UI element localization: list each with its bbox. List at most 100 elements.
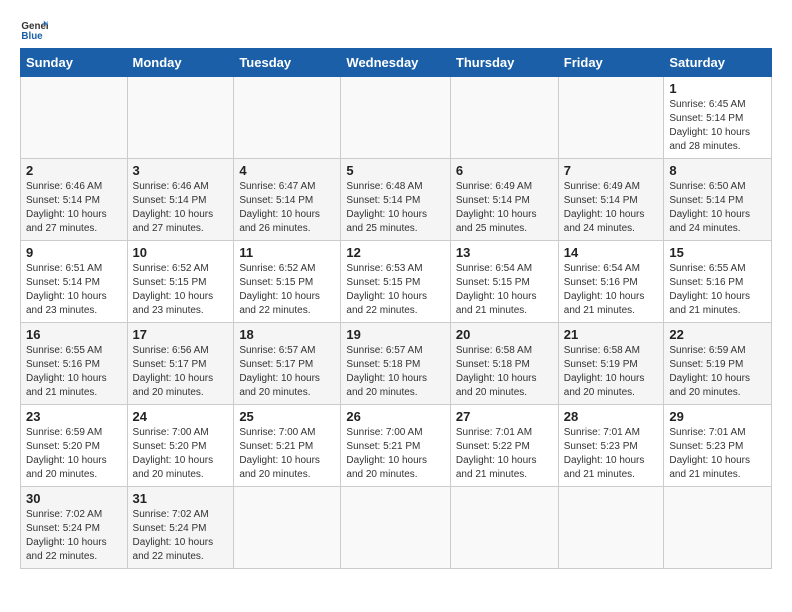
day-cell-13: 13 Sunrise: 6:54 AMSunset: 5:15 PMDaylig…	[450, 241, 558, 323]
day-info: Sunrise: 6:55 AMSunset: 5:16 PMDaylight:…	[669, 263, 750, 316]
day-cell-23: 23 Sunrise: 6:59 AMSunset: 5:20 PMDaylig…	[21, 405, 128, 487]
day-number: 8	[669, 163, 766, 178]
day-number: 3	[133, 163, 229, 178]
page: General Blue SundayMondayTuesdayWednesda…	[0, 0, 792, 584]
day-number: 20	[456, 327, 553, 342]
day-info: Sunrise: 6:49 AMSunset: 5:14 PMDaylight:…	[456, 181, 537, 234]
empty-cell	[234, 77, 341, 159]
day-number: 16	[26, 327, 122, 342]
day-cell-4: 4 Sunrise: 6:47 AMSunset: 5:14 PMDayligh…	[234, 159, 341, 241]
day-cell-19: 19 Sunrise: 6:57 AMSunset: 5:18 PMDaylig…	[341, 323, 450, 405]
svg-text:Blue: Blue	[21, 31, 43, 42]
day-number: 22	[669, 327, 766, 342]
weekday-header-tuesday: Tuesday	[234, 49, 341, 77]
day-cell-14: 14 Sunrise: 6:54 AMSunset: 5:16 PMDaylig…	[558, 241, 664, 323]
empty-cell	[450, 77, 558, 159]
day-info: Sunrise: 7:00 AMSunset: 5:20 PMDaylight:…	[133, 427, 214, 480]
empty-cell	[234, 487, 341, 569]
day-cell-31: 31 Sunrise: 7:02 AMSunset: 5:24 PMDaylig…	[127, 487, 234, 569]
calendar-header-row: SundayMondayTuesdayWednesdayThursdayFrid…	[21, 49, 772, 77]
day-cell-29: 29 Sunrise: 7:01 AMSunset: 5:23 PMDaylig…	[664, 405, 772, 487]
day-number: 27	[456, 409, 553, 424]
day-info: Sunrise: 6:53 AMSunset: 5:15 PMDaylight:…	[346, 263, 427, 316]
day-cell-18: 18 Sunrise: 6:57 AMSunset: 5:17 PMDaylig…	[234, 323, 341, 405]
calendar-week-2: 9 Sunrise: 6:51 AMSunset: 5:14 PMDayligh…	[21, 241, 772, 323]
day-cell-26: 26 Sunrise: 7:00 AMSunset: 5:21 PMDaylig…	[341, 405, 450, 487]
day-info: Sunrise: 6:55 AMSunset: 5:16 PMDaylight:…	[26, 345, 107, 398]
day-info: Sunrise: 7:01 AMSunset: 5:23 PMDaylight:…	[564, 427, 645, 480]
day-cell-16: 16 Sunrise: 6:55 AMSunset: 5:16 PMDaylig…	[21, 323, 128, 405]
day-number: 25	[239, 409, 335, 424]
day-cell-8: 8 Sunrise: 6:50 AMSunset: 5:14 PMDayligh…	[664, 159, 772, 241]
day-cell-5: 5 Sunrise: 6:48 AMSunset: 5:14 PMDayligh…	[341, 159, 450, 241]
day-cell-25: 25 Sunrise: 7:00 AMSunset: 5:21 PMDaylig…	[234, 405, 341, 487]
logo-icon: General Blue	[20, 15, 48, 43]
empty-cell	[664, 487, 772, 569]
day-info: Sunrise: 6:52 AMSunset: 5:15 PMDaylight:…	[239, 263, 320, 316]
day-number: 21	[564, 327, 659, 342]
day-number: 14	[564, 245, 659, 260]
day-info: Sunrise: 7:00 AMSunset: 5:21 PMDaylight:…	[239, 427, 320, 480]
day-cell-28: 28 Sunrise: 7:01 AMSunset: 5:23 PMDaylig…	[558, 405, 664, 487]
weekday-header-saturday: Saturday	[664, 49, 772, 77]
day-cell-2: 2 Sunrise: 6:46 AMSunset: 5:14 PMDayligh…	[21, 159, 128, 241]
day-cell-1: 1 Sunrise: 6:45 AMSunset: 5:14 PMDayligh…	[664, 77, 772, 159]
day-info: Sunrise: 6:59 AMSunset: 5:19 PMDaylight:…	[669, 345, 750, 398]
day-number: 9	[26, 245, 122, 260]
logo: General Blue	[20, 15, 52, 43]
weekday-header-friday: Friday	[558, 49, 664, 77]
day-info: Sunrise: 6:58 AMSunset: 5:19 PMDaylight:…	[564, 345, 645, 398]
day-number: 15	[669, 245, 766, 260]
weekday-header-monday: Monday	[127, 49, 234, 77]
day-info: Sunrise: 6:47 AMSunset: 5:14 PMDaylight:…	[239, 181, 320, 234]
day-info: Sunrise: 6:59 AMSunset: 5:20 PMDaylight:…	[26, 427, 107, 480]
empty-cell	[450, 487, 558, 569]
day-cell-7: 7 Sunrise: 6:49 AMSunset: 5:14 PMDayligh…	[558, 159, 664, 241]
day-cell-22: 22 Sunrise: 6:59 AMSunset: 5:19 PMDaylig…	[664, 323, 772, 405]
day-number: 2	[26, 163, 122, 178]
calendar-week-1: 2 Sunrise: 6:46 AMSunset: 5:14 PMDayligh…	[21, 159, 772, 241]
calendar-week-0: 1 Sunrise: 6:45 AMSunset: 5:14 PMDayligh…	[21, 77, 772, 159]
day-cell-30: 30 Sunrise: 7:02 AMSunset: 5:24 PMDaylig…	[21, 487, 128, 569]
day-cell-10: 10 Sunrise: 6:52 AMSunset: 5:15 PMDaylig…	[127, 241, 234, 323]
day-number: 30	[26, 491, 122, 506]
day-number: 1	[669, 81, 766, 96]
day-cell-27: 27 Sunrise: 7:01 AMSunset: 5:22 PMDaylig…	[450, 405, 558, 487]
day-number: 13	[456, 245, 553, 260]
day-number: 31	[133, 491, 229, 506]
day-number: 6	[456, 163, 553, 178]
day-number: 26	[346, 409, 444, 424]
empty-cell	[558, 487, 664, 569]
day-info: Sunrise: 6:48 AMSunset: 5:14 PMDaylight:…	[346, 181, 427, 234]
header: General Blue	[20, 15, 772, 43]
day-info: Sunrise: 6:52 AMSunset: 5:15 PMDaylight:…	[133, 263, 214, 316]
calendar-week-3: 16 Sunrise: 6:55 AMSunset: 5:16 PMDaylig…	[21, 323, 772, 405]
weekday-header-sunday: Sunday	[21, 49, 128, 77]
day-info: Sunrise: 7:01 AMSunset: 5:23 PMDaylight:…	[669, 427, 750, 480]
day-info: Sunrise: 6:50 AMSunset: 5:14 PMDaylight:…	[669, 181, 750, 234]
day-info: Sunrise: 6:45 AMSunset: 5:14 PMDaylight:…	[669, 99, 750, 152]
empty-cell	[558, 77, 664, 159]
day-info: Sunrise: 6:54 AMSunset: 5:15 PMDaylight:…	[456, 263, 537, 316]
day-info: Sunrise: 7:01 AMSunset: 5:22 PMDaylight:…	[456, 427, 537, 480]
empty-cell	[341, 487, 450, 569]
day-number: 4	[239, 163, 335, 178]
day-info: Sunrise: 6:46 AMSunset: 5:14 PMDaylight:…	[133, 181, 214, 234]
day-number: 19	[346, 327, 444, 342]
empty-cell	[21, 77, 128, 159]
day-number: 10	[133, 245, 229, 260]
day-number: 24	[133, 409, 229, 424]
day-number: 7	[564, 163, 659, 178]
day-cell-17: 17 Sunrise: 6:56 AMSunset: 5:17 PMDaylig…	[127, 323, 234, 405]
day-cell-21: 21 Sunrise: 6:58 AMSunset: 5:19 PMDaylig…	[558, 323, 664, 405]
calendar-week-4: 23 Sunrise: 6:59 AMSunset: 5:20 PMDaylig…	[21, 405, 772, 487]
day-number: 29	[669, 409, 766, 424]
day-cell-15: 15 Sunrise: 6:55 AMSunset: 5:16 PMDaylig…	[664, 241, 772, 323]
day-info: Sunrise: 7:00 AMSunset: 5:21 PMDaylight:…	[346, 427, 427, 480]
day-cell-3: 3 Sunrise: 6:46 AMSunset: 5:14 PMDayligh…	[127, 159, 234, 241]
day-number: 18	[239, 327, 335, 342]
day-number: 17	[133, 327, 229, 342]
day-number: 28	[564, 409, 659, 424]
day-cell-6: 6 Sunrise: 6:49 AMSunset: 5:14 PMDayligh…	[450, 159, 558, 241]
day-number: 12	[346, 245, 444, 260]
